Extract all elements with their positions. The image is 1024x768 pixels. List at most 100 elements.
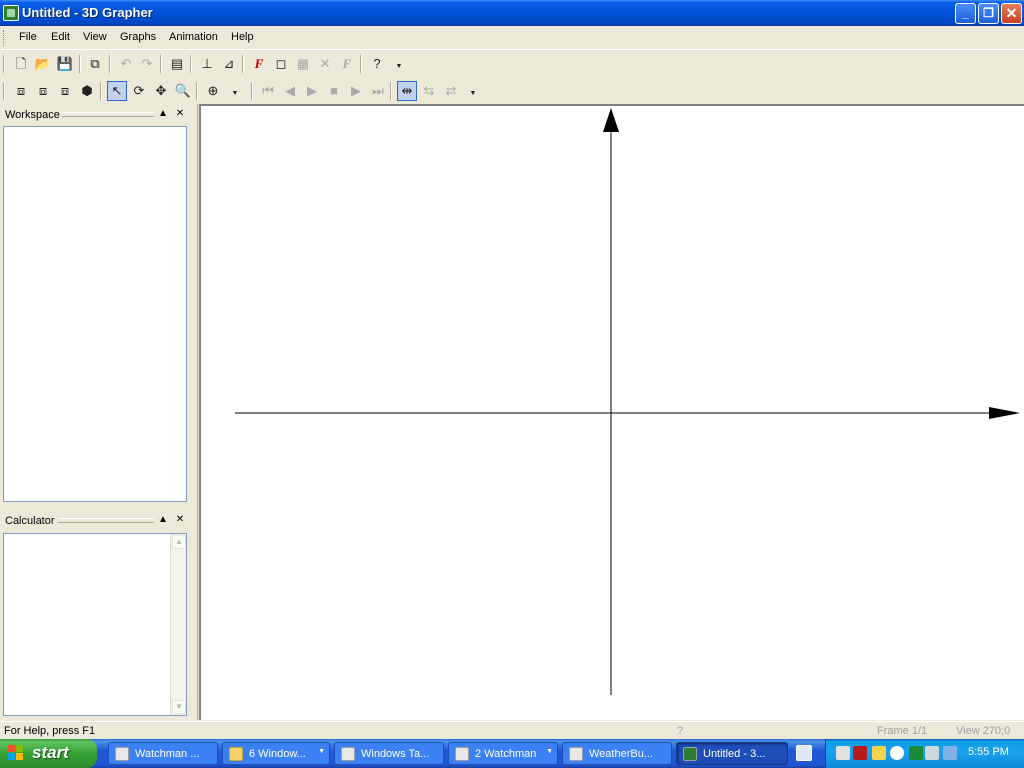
close-button[interactable]: ✕ (1001, 3, 1022, 24)
pan-icon[interactable]: ✥ (151, 81, 171, 101)
calculator-title: Calculator (5, 515, 55, 527)
tray-app-icon[interactable] (836, 746, 850, 760)
minimize-button[interactable]: _ (955, 3, 976, 24)
delete-icon[interactable]: ✕ (315, 54, 335, 74)
y-axis-arrow-icon (603, 108, 619, 132)
scroll-up-icon[interactable]: ▲ (172, 535, 186, 549)
front-view-icon[interactable]: ⧈ (11, 81, 31, 101)
status-view: View 270;0 (956, 725, 1011, 737)
menu-graphs[interactable]: Graphs (120, 31, 156, 43)
folder-icon (229, 747, 243, 761)
taskbar-button[interactable]: Untitled - 3... (676, 742, 788, 765)
keyboard-icon[interactable] (796, 745, 812, 761)
collapse-icon[interactable]: ▲ (157, 514, 169, 526)
properties-icon[interactable]: ▦ (293, 54, 313, 74)
toolbar-grip[interactable] (3, 55, 5, 73)
runner-icon[interactable] (872, 746, 886, 760)
graph-canvas[interactable] (199, 104, 1024, 720)
collapse-icon[interactable]: ▲ (157, 108, 169, 120)
next-frame-icon[interactable]: ▶ (346, 81, 366, 101)
help-icon[interactable]: ? (367, 54, 387, 74)
pane-splitter[interactable] (192, 104, 198, 720)
calculator-input[interactable]: ▲ ▼ (3, 533, 187, 716)
network-icon[interactable] (925, 746, 939, 760)
status-bar: For Help, press F1 ? Frame 1/1 View 270;… (0, 721, 1024, 739)
menu-file[interactable]: File (19, 31, 37, 43)
prev-frame-icon[interactable]: ◀ (280, 81, 300, 101)
add-object-icon[interactable]: ◻ (271, 54, 291, 74)
taskbar-button[interactable]: 2 Watchman ▼ (448, 742, 558, 765)
toolbar-grip[interactable] (3, 82, 5, 100)
save-icon[interactable]: 💾 (55, 54, 75, 74)
globe-icon[interactable] (890, 746, 904, 760)
zoom-options-icon[interactable]: ⊕ (203, 81, 223, 101)
taskbar-button[interactable]: Watchman ... (108, 742, 218, 765)
status-help: For Help, press F1 (4, 725, 96, 737)
frame-mode-icon[interactable]: ⇹ (397, 81, 417, 101)
menu-grip[interactable] (3, 30, 6, 46)
workspace-pane: Workspace ▲ ✕ (0, 106, 192, 504)
calculator-header: Calculator ▲ ✕ (0, 512, 192, 530)
watchman-icon (455, 747, 469, 761)
taskbar-button[interactable]: Windows Ta... (334, 742, 444, 765)
taskbar-label: 6 Window... (249, 748, 306, 760)
view-toolbar: ⧈ ⧈ ⧈ ⬢ ↖ ⟳ ✥ 🔍 ⊕ ⏮ ◀ ▶ ■ ▶ ⏭ ⇹ ⇆ ⇄ ▼ ▼ (0, 78, 1024, 105)
window-title: Untitled - 3D Grapher (22, 5, 153, 20)
status-frame: Frame 1/1 (877, 725, 928, 737)
workspace-tree[interactable] (3, 126, 187, 502)
close-icon[interactable]: ✕ (174, 108, 186, 120)
copy-icon[interactable]: ⧉ (85, 54, 105, 74)
menu-help[interactable]: Help (231, 31, 254, 43)
open-icon[interactable]: 📂 (33, 54, 53, 74)
volume-icon[interactable] (943, 746, 957, 760)
menu-edit[interactable]: Edit (51, 31, 70, 43)
redo-icon[interactable]: ↷ (137, 54, 157, 74)
dropdown-arrow-icon[interactable]: ▼ (395, 54, 403, 74)
app-icon[interactable] (3, 5, 19, 21)
restore-button[interactable]: ❐ (978, 3, 999, 24)
axis-icon[interactable]: ⊥ (197, 54, 217, 74)
workspace-grip[interactable] (62, 112, 154, 117)
menu-animation[interactable]: Animation (169, 31, 218, 43)
plane-icon[interactable]: ⊿ (219, 54, 239, 74)
first-frame-icon[interactable]: ⏮ (258, 81, 278, 101)
calculator-grip[interactable] (58, 518, 154, 523)
dropdown-arrow-icon[interactable]: ▼ (231, 81, 239, 101)
toolbar-separator (79, 55, 81, 73)
new-icon[interactable]: 🗋 (11, 54, 31, 74)
play-icon[interactable]: ▶ (302, 81, 322, 101)
top-view-icon[interactable]: ⧈ (55, 81, 75, 101)
bounce-icon[interactable]: ⇄ (441, 81, 461, 101)
view-icon[interactable]: ▤ (167, 54, 187, 74)
group-arrow-icon: ▼ (318, 748, 325, 755)
last-frame-icon[interactable]: ⏭ (368, 81, 388, 101)
toolbar-separator (190, 55, 192, 73)
dropdown-arrow-icon[interactable]: ▼ (469, 81, 477, 101)
calculator-scrollbar[interactable]: ▲ ▼ (170, 534, 186, 715)
select-icon[interactable]: ↖ (107, 81, 127, 101)
start-button[interactable]: start (0, 739, 97, 768)
close-icon[interactable]: ✕ (174, 514, 186, 526)
rotate-icon[interactable]: ⟳ (129, 81, 149, 101)
loop-icon[interactable]: ⇆ (419, 81, 439, 101)
lock-icon[interactable] (853, 746, 867, 760)
undo-icon[interactable]: ↶ (116, 54, 136, 74)
side-view-icon[interactable]: ⧈ (33, 81, 53, 101)
grapher-icon (683, 747, 697, 761)
taskbar-button[interactable]: 6 Window... ▼ (222, 742, 330, 765)
toolbar-separator (390, 82, 392, 100)
menu-view[interactable]: View (83, 31, 107, 43)
add-function-icon[interactable]: F (249, 54, 269, 74)
function-disabled-icon[interactable]: F (337, 54, 357, 74)
3d-view-icon[interactable]: ⬢ (77, 81, 97, 101)
toolbar-separator (160, 55, 162, 73)
toolbar-separator (109, 55, 111, 73)
stop-icon[interactable]: ■ (324, 81, 344, 101)
green-square-icon[interactable] (909, 746, 923, 760)
toolbar-separator (242, 55, 244, 73)
zoom-icon[interactable]: 🔍 (173, 81, 193, 101)
scroll-down-icon[interactable]: ▼ (172, 700, 186, 714)
standard-toolbar: 🗋 📂 💾 ⧉ ↶ ↷ ▤ ⊥ ⊿ F ◻ ▦ ✕ F? ▼ (0, 51, 1024, 78)
binoculars-icon (115, 747, 129, 761)
taskbar-button[interactable]: WeatherBu... (562, 742, 672, 765)
